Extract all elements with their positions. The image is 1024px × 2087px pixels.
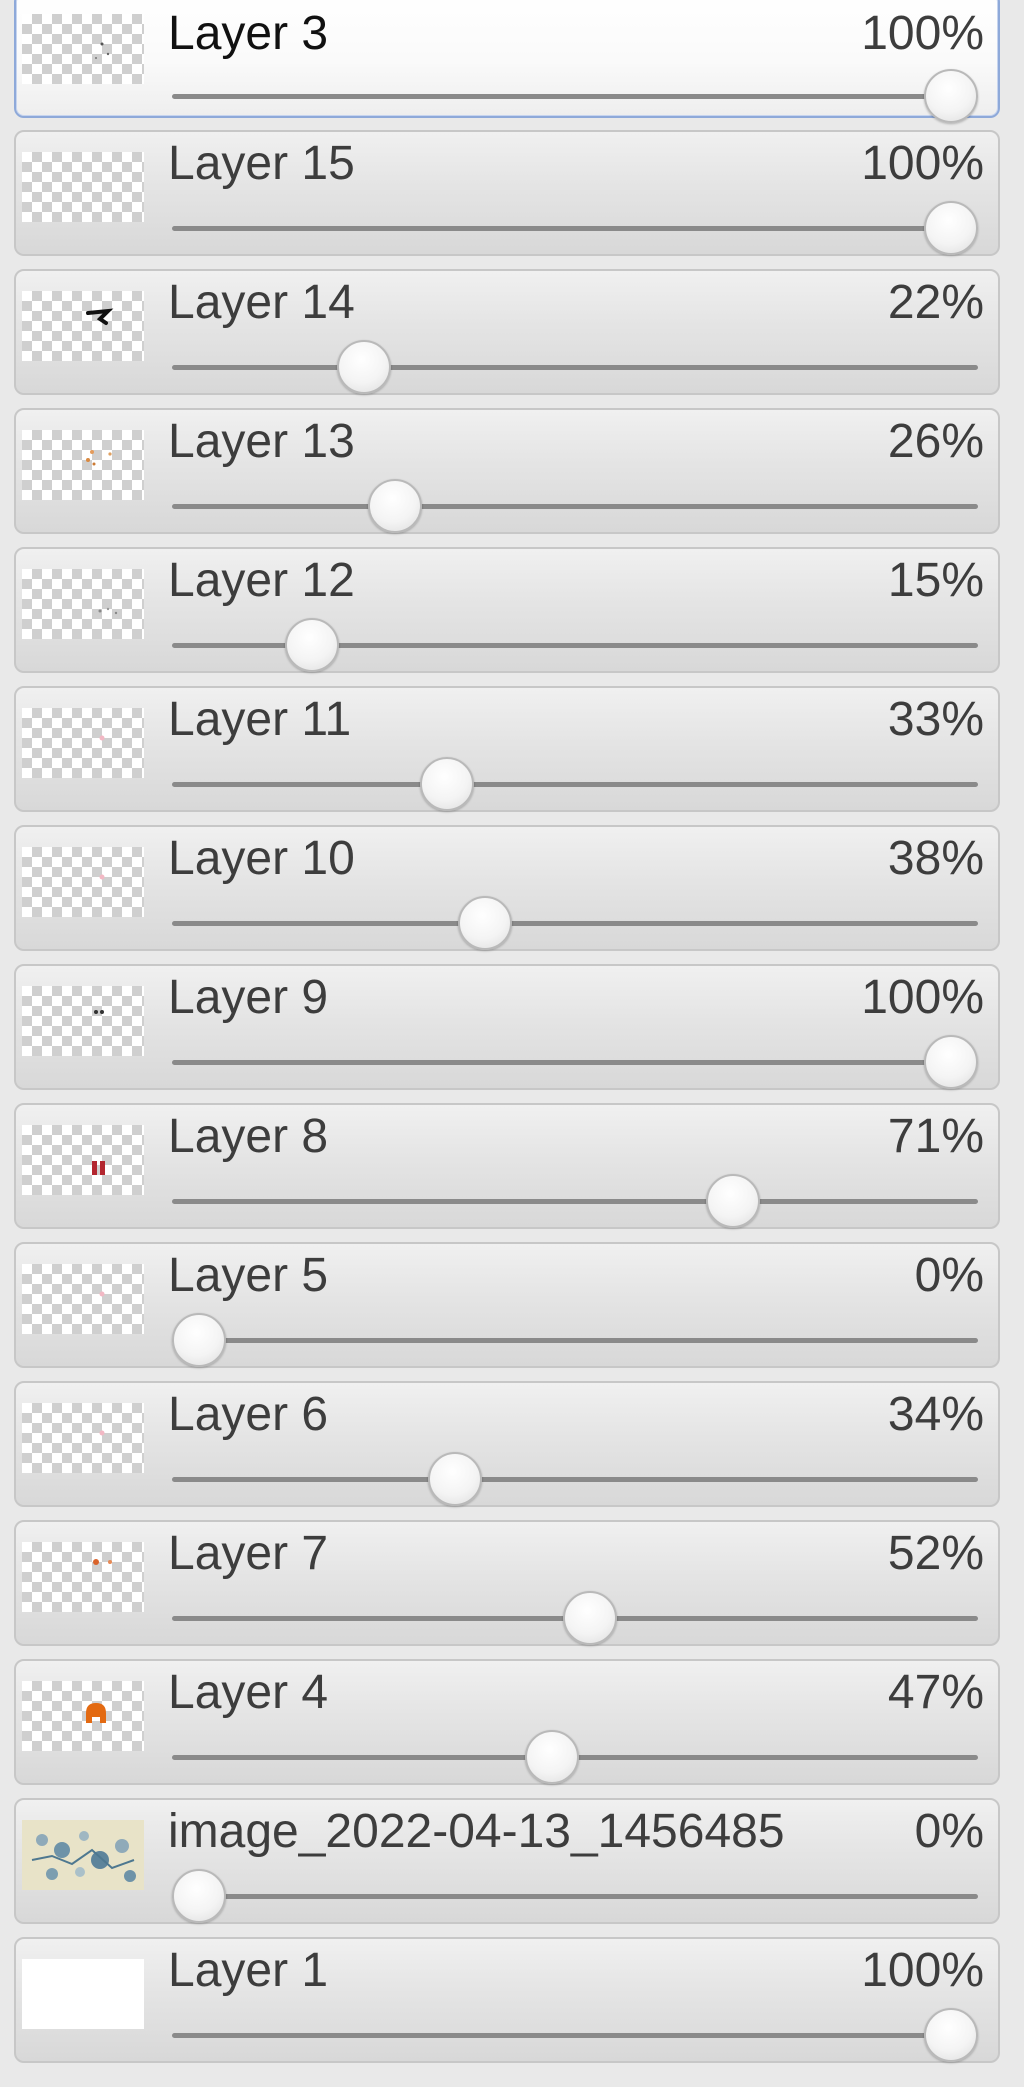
- opacity-slider-knob[interactable]: [563, 1591, 618, 1645]
- layer-name: Layer 1: [168, 1944, 329, 1997]
- layer-row[interactable]: Layer 7 52%: [14, 1520, 1000, 1646]
- empty-transparent-thumbnail: [22, 152, 144, 222]
- layer-row[interactable]: Layer 5 0%: [14, 1242, 1000, 1368]
- layer-row[interactable]: Layer 6 34%: [14, 1381, 1000, 1507]
- opacity-slider-knob[interactable]: [924, 69, 978, 123]
- layer-opacity-value: 47%: [887, 1666, 984, 1719]
- opacity-slider-knob[interactable]: [924, 2008, 978, 2062]
- layer-row[interactable]: Layer 13 26%: [14, 408, 1000, 534]
- opacity-slider-knob[interactable]: [284, 618, 339, 672]
- pink-dot-thumbnail: [22, 847, 144, 917]
- layer-opacity-value: 52%: [887, 1527, 984, 1580]
- opacity-slider[interactable]: [172, 1730, 978, 1784]
- opacity-slider[interactable]: [172, 69, 978, 123]
- layer-opacity-value: 33%: [887, 693, 984, 746]
- layer-name: Layer 12: [168, 554, 355, 607]
- layer-name: Layer 15: [168, 137, 355, 190]
- opacity-slider[interactable]: [172, 479, 978, 533]
- opacity-slider-knob[interactable]: [337, 340, 392, 394]
- pink-dot-thumbnail: [22, 1403, 144, 1473]
- layer-opacity-value: 100%: [861, 7, 984, 60]
- layer-name: Layer 10: [168, 832, 355, 885]
- opacity-slider[interactable]: [172, 1035, 978, 1089]
- opacity-slider[interactable]: [172, 1174, 978, 1228]
- opacity-slider[interactable]: [172, 340, 978, 394]
- layer-opacity-value: 100%: [861, 971, 984, 1024]
- layer-row[interactable]: Layer 14 22%: [14, 269, 1000, 395]
- layer-name: Layer 5: [168, 1249, 329, 1302]
- pink-dot-thumbnail: [22, 708, 144, 778]
- layer-opacity-value: 34%: [887, 1388, 984, 1441]
- layer-opacity-value: 71%: [887, 1110, 984, 1163]
- orange-shape-thumbnail: [22, 1681, 144, 1751]
- layer-row[interactable]: Layer 8 71%: [14, 1103, 1000, 1229]
- opacity-slider[interactable]: [172, 896, 978, 950]
- opacity-slider[interactable]: [172, 201, 978, 255]
- opacity-slider-knob[interactable]: [420, 757, 475, 811]
- white-fill-thumbnail: [22, 1959, 144, 2029]
- opacity-slider-knob[interactable]: [172, 1313, 226, 1367]
- layer-name: Layer 14: [168, 276, 355, 329]
- grey-specks-thumbnail: [22, 569, 144, 639]
- layer-row[interactable]: image_2022-04-13_1456485 0%: [14, 1798, 1000, 1924]
- opacity-slider-knob[interactable]: [705, 1174, 760, 1228]
- opacity-slider-knob[interactable]: [367, 479, 422, 533]
- opacity-slider-knob[interactable]: [172, 1869, 226, 1923]
- layer-opacity-value: 22%: [887, 276, 984, 329]
- opacity-slider[interactable]: [172, 1452, 978, 1506]
- layer-opacity-value: 26%: [887, 415, 984, 468]
- orange-dots-thumbnail: [22, 1542, 144, 1612]
- layer-opacity-value: 15%: [887, 554, 984, 607]
- photo-image-thumbnail: [22, 1820, 144, 1890]
- opacity-slider-knob[interactable]: [457, 896, 512, 950]
- layer-name: image_2022-04-13_1456485: [168, 1805, 785, 1858]
- opacity-slider[interactable]: [172, 1591, 978, 1645]
- opacity-slider-knob[interactable]: [427, 1452, 482, 1506]
- layer-opacity-value: 100%: [861, 137, 984, 190]
- layer-row[interactable]: Layer 1 100%: [14, 1937, 1000, 2063]
- opacity-slider-knob[interactable]: [525, 1730, 580, 1784]
- layer-name: Layer 9: [168, 971, 329, 1024]
- layer-opacity-value: 0%: [914, 1805, 984, 1858]
- black-stroke-thumbnail: [22, 291, 144, 361]
- opacity-slider[interactable]: [172, 1313, 978, 1367]
- pink-dot-thumbnail: [22, 1264, 144, 1334]
- opacity-slider[interactable]: [172, 618, 978, 672]
- layer-row[interactable]: Layer 12 15%: [14, 547, 1000, 673]
- layer-row[interactable]: Layer 11 33%: [14, 686, 1000, 812]
- sparse-dark-specks-thumbnail: [22, 14, 144, 84]
- red-marks-thumbnail: [22, 1125, 144, 1195]
- layers-panel: Layer 3 100% Layer 15 100% Layer 14 22% Layer …: [0, 0, 1024, 2087]
- layer-name: Layer 4: [168, 1666, 329, 1719]
- layer-row[interactable]: Layer 10 38%: [14, 825, 1000, 951]
- layer-row[interactable]: Layer 9 100%: [14, 964, 1000, 1090]
- layer-row[interactable]: Layer 4 47%: [14, 1659, 1000, 1785]
- layer-opacity-value: 38%: [887, 832, 984, 885]
- layer-row[interactable]: Layer 15 100%: [14, 130, 1000, 256]
- orange-specks-thumbnail: [22, 430, 144, 500]
- layer-name: Layer 6: [168, 1388, 329, 1441]
- opacity-slider-knob[interactable]: [924, 1035, 978, 1089]
- opacity-slider[interactable]: [172, 1869, 978, 1923]
- dark-dots-thumbnail: [22, 986, 144, 1056]
- layer-name: Layer 3: [168, 7, 329, 60]
- layer-name: Layer 11: [168, 693, 352, 746]
- opacity-slider-knob[interactable]: [924, 201, 978, 255]
- layer-name: Layer 8: [168, 1110, 329, 1163]
- layer-row[interactable]: Layer 3 100%: [14, 0, 1000, 123]
- layer-opacity-value: 100%: [861, 1944, 984, 1997]
- layer-name: Layer 13: [168, 415, 355, 468]
- layer-name: Layer 7: [168, 1527, 329, 1580]
- opacity-slider[interactable]: [172, 757, 978, 811]
- layer-opacity-value: 0%: [914, 1249, 984, 1302]
- opacity-slider[interactable]: [172, 2008, 978, 2062]
